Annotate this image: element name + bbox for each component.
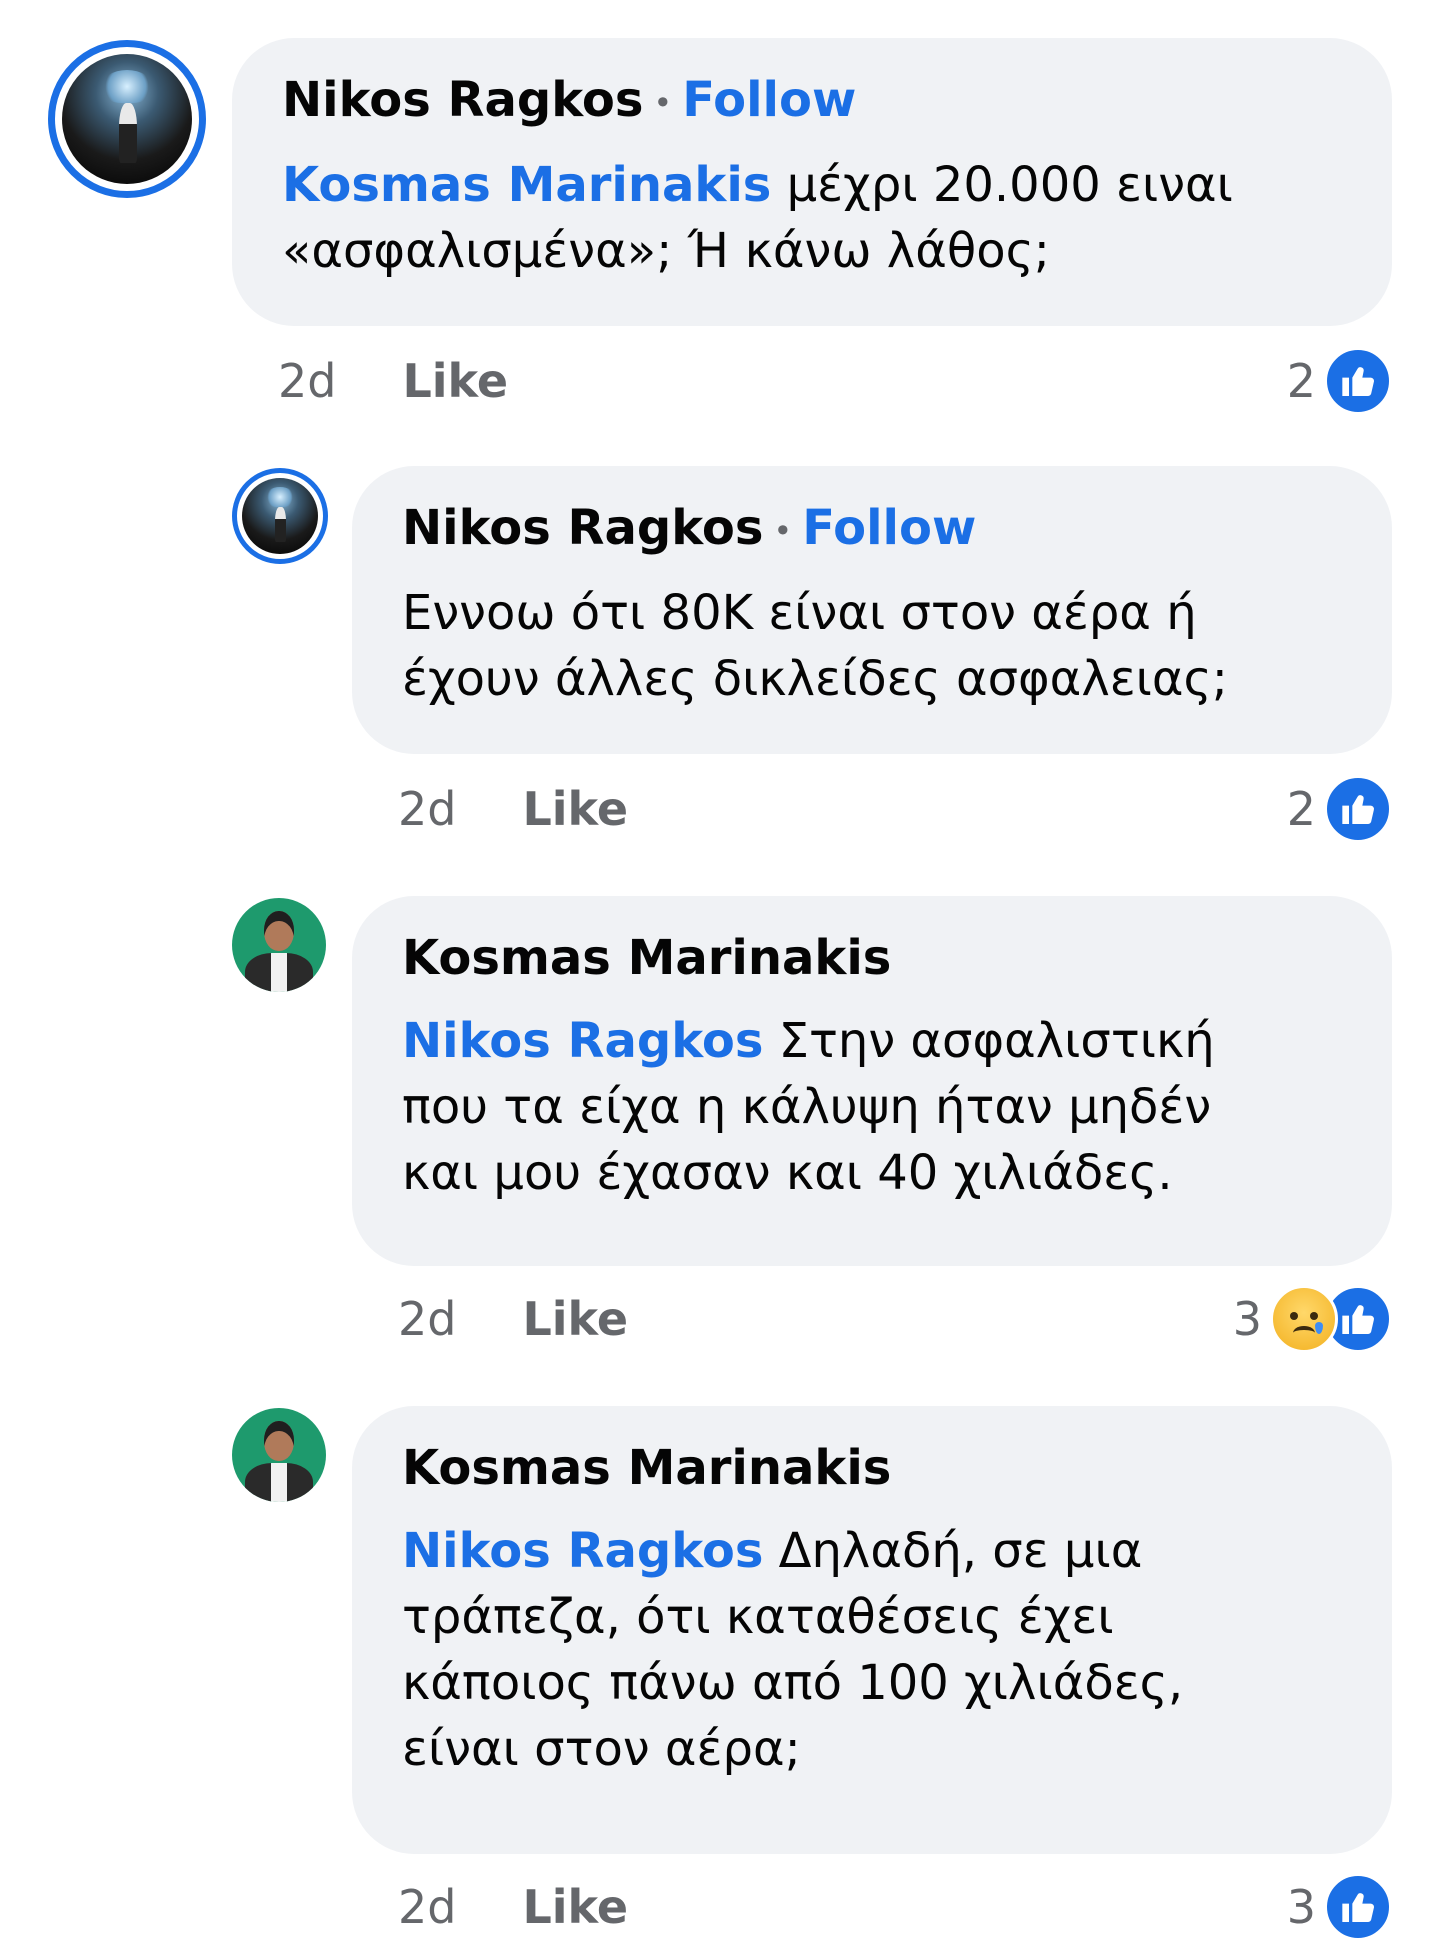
comment-line: Δηλαδή, σε μια [778, 1523, 1143, 1579]
avatar[interactable] [232, 1408, 326, 1502]
mention-link[interactable]: Nikos Ragkos [402, 1523, 763, 1579]
author-line: Nikos Ragkos • Follow [282, 72, 856, 131]
comment-bubble: Kosmas Marinakis Nikos Ragkos Δηλαδή, σε… [352, 1406, 1392, 1854]
mention-link[interactable]: Nikos Ragkos [402, 1013, 763, 1069]
author-name[interactable]: Nikos Ragkos [402, 500, 763, 556]
mention-link[interactable]: Kosmas Marinakis [282, 157, 771, 213]
avatar[interactable] [48, 40, 206, 198]
comment-line: «ασφαλισμένα»; Ή κάνω λάθος; [282, 223, 1050, 279]
author-name[interactable]: Kosmas Marinakis [402, 930, 891, 986]
reaction-count: 2 [1286, 782, 1316, 836]
comment-line: και μου έχασαν και 40 χιλιάδες. [402, 1145, 1173, 1201]
reaction-summary[interactable]: 3 [1180, 1873, 1392, 1941]
avatar[interactable] [232, 898, 326, 992]
comment-line: τράπεζα, ότι καταθέσεις έχει [402, 1589, 1114, 1645]
comment-bubble: Nikos Ragkos • Follow Εννοω ότι 80K είναι … [352, 466, 1392, 754]
like-button[interactable]: Like [522, 1880, 628, 1934]
comment-line: Στην ασφαλιστική [778, 1013, 1215, 1069]
comment-bubble: Kosmas Marinakis Nikos Ragkos Στην ασφαλ… [352, 896, 1392, 1266]
comment-line: κάποιος πάνω από 100 χιλιάδες, [402, 1655, 1184, 1711]
author-name[interactable]: Kosmas Marinakis [402, 1440, 891, 1496]
like-button[interactable]: Like [522, 1292, 628, 1346]
follow-button[interactable]: Follow [802, 500, 976, 556]
like-button[interactable]: Like [522, 782, 628, 836]
separator-dot: • [773, 512, 793, 550]
comment-text: Nikos Ragkos Δηλαδή, σε μια τράπεζα, ότι… [402, 1518, 1183, 1782]
comment-meta: 2d Like [278, 354, 508, 408]
comment-meta: 2d Like [398, 1292, 628, 1346]
like-button[interactable]: Like [402, 354, 508, 408]
reaction-summary[interactable]: 2 [1180, 347, 1392, 415]
separator-dot: • [653, 84, 673, 122]
comment-line: είναι στον αέρα; [402, 1721, 801, 1777]
comment-text: Εννοω ότι 80K είναι στον αέρα ή έχουν άλ… [402, 580, 1228, 712]
sad-icon [1270, 1285, 1338, 1353]
author-line: Nikos Ragkos • Follow [402, 500, 976, 559]
reaction-count: 3 [1286, 1880, 1316, 1934]
timestamp[interactable]: 2d [398, 1880, 456, 1934]
avatar[interactable] [232, 468, 328, 564]
comment-line: έχουν άλλες δικλείδες ασφαλειας; [402, 651, 1228, 707]
comment-text: Nikos Ragkos Στην ασφαλιστική που τα είχ… [402, 1008, 1215, 1206]
comment-text: Kosmas Marinakis μέχρι 20.000 ειναι «ασφ… [282, 152, 1233, 284]
comment-line: που τα είχα η κάλυψη ήταν μηδέν [402, 1079, 1212, 1135]
timestamp[interactable]: 2d [398, 1292, 456, 1346]
author-line: Kosmas Marinakis [402, 1440, 891, 1496]
timestamp[interactable]: 2d [398, 782, 456, 836]
like-icon [1324, 775, 1392, 843]
reaction-count: 2 [1286, 354, 1316, 408]
like-icon [1324, 347, 1392, 415]
comment-meta: 2d Like [398, 1880, 628, 1934]
comment-bubble: Nikos Ragkos • Follow Kosmas Marinakis μέχ… [232, 38, 1392, 326]
comment-meta: 2d Like [398, 782, 628, 836]
like-icon [1324, 1873, 1392, 1941]
comment-line: Εννοω ότι 80K είναι στον αέρα ή [402, 585, 1197, 641]
reaction-summary[interactable]: 3 [1120, 1285, 1392, 1353]
author-name[interactable]: Nikos Ragkos [282, 72, 643, 128]
reaction-count: 3 [1232, 1292, 1262, 1346]
reaction-summary[interactable]: 2 [1180, 775, 1392, 843]
follow-button[interactable]: Follow [682, 72, 856, 128]
author-line: Kosmas Marinakis [402, 930, 891, 986]
comment-line: μέχρι 20.000 ειναι [786, 157, 1233, 213]
comment-thread: Nikos Ragkos • Follow Kosmas Marinakis μέχ… [0, 0, 1440, 1958]
timestamp[interactable]: 2d [278, 354, 336, 408]
